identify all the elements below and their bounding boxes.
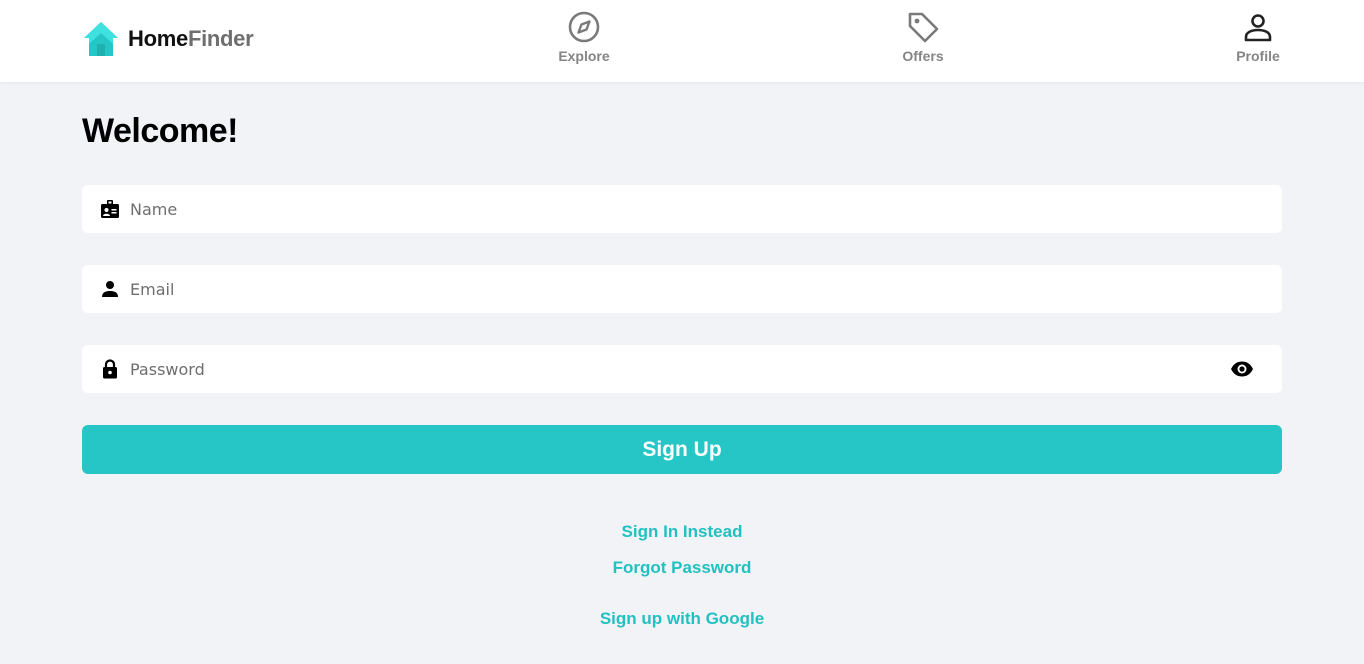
email-field[interactable]	[82, 265, 1282, 313]
nav-offers[interactable]: Offers	[873, 10, 973, 64]
eye-icon[interactable]	[1230, 357, 1254, 381]
forgot-password-link-row: Forgot Password	[0, 558, 1364, 578]
nav-explore-label: Explore	[558, 48, 610, 64]
nav-offers-label: Offers	[902, 48, 944, 64]
password-input[interactable]	[130, 345, 1230, 393]
compass-icon	[568, 11, 600, 43]
id-badge-icon	[101, 200, 119, 218]
brand-name-finder: Finder	[187, 26, 254, 51]
nav-profile[interactable]: Profile	[1208, 10, 1308, 64]
house-icon	[84, 22, 118, 56]
brand-name-home: Home	[128, 26, 188, 51]
person-icon	[1244, 14, 1272, 42]
tag-icon	[908, 12, 939, 43]
email-input[interactable]	[130, 265, 1230, 313]
name-input[interactable]	[130, 185, 1230, 233]
nav-profile-label: Profile	[1236, 48, 1280, 64]
sign-in-instead-link-row: Sign In Instead	[0, 522, 1364, 542]
sign-in-instead-link[interactable]: Sign In Instead	[622, 522, 743, 541]
sign-up-button[interactable]: Sign Up	[82, 425, 1282, 474]
nav-explore[interactable]: Explore	[534, 10, 634, 64]
user-icon	[102, 281, 118, 297]
google-signup-link-row: Sign up with Google	[0, 609, 1364, 629]
brand-logo[interactable]: HomeFinder	[82, 20, 254, 58]
forgot-password-link[interactable]: Forgot Password	[613, 558, 752, 577]
brand-name: HomeFinder	[128, 26, 254, 51]
page-title: Welcome!	[82, 112, 238, 150]
password-field[interactable]	[82, 345, 1282, 393]
google-signup-link[interactable]: Sign up with Google	[600, 609, 764, 628]
name-field[interactable]	[82, 185, 1282, 233]
lock-icon	[103, 359, 117, 379]
top-navbar: HomeFinder Explore Offers Profile	[0, 0, 1364, 82]
